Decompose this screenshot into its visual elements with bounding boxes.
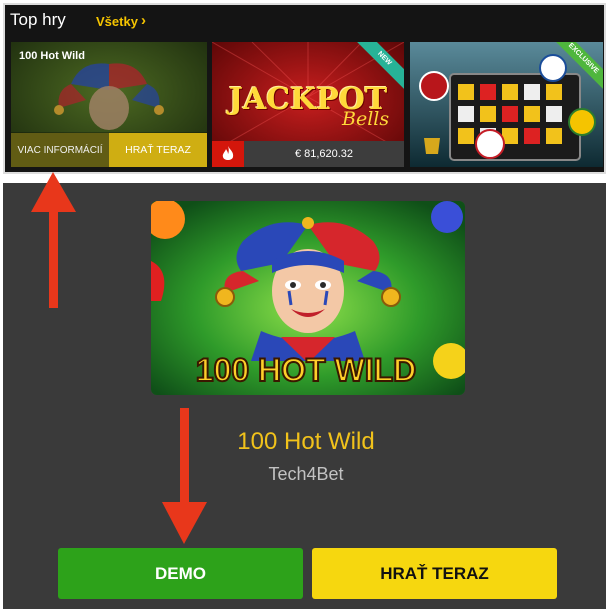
tile-game-name: 100 Hot Wild bbox=[19, 50, 85, 62]
game-title: 100 Hot Wild bbox=[237, 428, 375, 455]
hero-game-logo: 100 HOT WILD bbox=[195, 351, 417, 389]
section-title: Top hry bbox=[10, 10, 66, 29]
game-provider: Tech4Bet bbox=[268, 464, 344, 484]
jackpot-amount: € 81,620.32 bbox=[244, 141, 404, 167]
tile-play-now-button[interactable]: HRAŤ TERAZ bbox=[109, 133, 207, 167]
demo-button[interactable]: DEMO bbox=[58, 548, 303, 599]
fire-icon bbox=[212, 141, 244, 167]
game-tile-100-hot-wild[interactable]: 100 Hot Wild VIAC INFORMÁCIÍ HRAŤ TERAZ bbox=[11, 42, 207, 167]
jackpot-logo-subtext: Bells bbox=[342, 108, 390, 130]
more-info-button[interactable]: VIAC INFORMÁCIÍ bbox=[11, 133, 109, 167]
chevron-right-icon[interactable]: › bbox=[141, 12, 146, 29]
play-now-button[interactable]: HRAŤ TERAZ bbox=[312, 548, 557, 599]
game-tile-exclusive[interactable]: EXCLUSIVE bbox=[410, 42, 603, 167]
game-tile-jackpot-bells[interactable]: JACKPOT Bells NEW € 81,620.32 bbox=[212, 42, 404, 167]
see-all-link[interactable]: Všetky bbox=[96, 14, 138, 29]
